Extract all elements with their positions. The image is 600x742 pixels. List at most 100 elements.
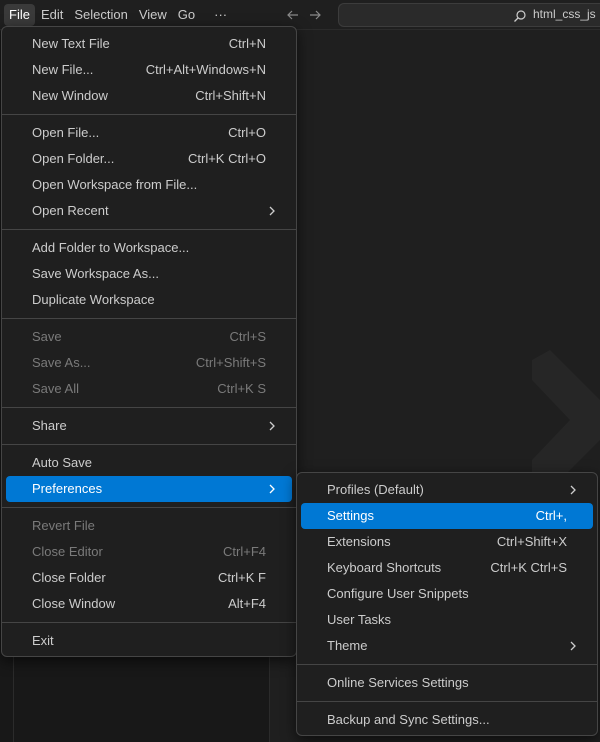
- menu-item-user-tasks[interactable]: User Tasks: [301, 607, 593, 633]
- menu-item-label: Open Workspace from File...: [32, 177, 198, 192]
- menu-item-shortcut: Ctrl+Alt+Windows+N: [145, 62, 266, 77]
- menubar-edit[interactable]: Edit: [36, 4, 68, 26]
- menu-item-label: New File...: [32, 62, 94, 77]
- menu-item-label: Open Folder...: [32, 151, 115, 166]
- menu-separator: [2, 407, 296, 408]
- menubar-selection[interactable]: Selection: [69, 4, 132, 26]
- navigation-arrows: [282, 5, 326, 25]
- menu-item-label: Open Recent: [32, 203, 109, 218]
- menu-item-profiles[interactable]: Profiles (Default): [301, 477, 593, 503]
- menu-item-label: User Tasks: [327, 612, 392, 627]
- menu-item-revert-file[interactable]: Revert File: [6, 513, 292, 539]
- forward-arrow-icon[interactable]: [304, 5, 326, 25]
- menu-separator: [2, 622, 296, 623]
- menu-item-close-folder[interactable]: Close Folder Ctrl+K F: [6, 565, 292, 591]
- menu-item-shortcut: Ctrl+K Ctrl+S: [490, 560, 567, 575]
- menu-item-shortcut: Ctrl+K S: [217, 381, 266, 396]
- menu-item-open-file[interactable]: Open File... Ctrl+O: [6, 120, 292, 146]
- menu-item-label: Close Editor: [32, 544, 103, 559]
- chevron-right-icon: [269, 206, 275, 216]
- menu-item-label: New Text File: [32, 36, 110, 51]
- menu-item-shortcut: Ctrl+Shift+N: [195, 88, 266, 103]
- menu-item-label: Exit: [32, 633, 54, 648]
- menu-item-label: Preferences: [32, 481, 103, 496]
- command-center-search[interactable]: html_css_js: [338, 3, 600, 27]
- menu-item-label: Backup and Sync Settings...: [327, 712, 490, 727]
- menu-item-exit[interactable]: Exit: [6, 628, 292, 654]
- menu-item-label: Auto Save: [32, 455, 92, 470]
- menubar-view[interactable]: View: [134, 4, 172, 26]
- menu-item-label: Duplicate Workspace: [32, 292, 155, 307]
- menu-item-label: Profiles (Default): [327, 482, 424, 497]
- menu-item-shortcut: Ctrl+O: [228, 125, 266, 140]
- search-icon: [513, 9, 527, 26]
- menu-item-label: Online Services Settings: [327, 675, 469, 690]
- menu-item-new-window[interactable]: New Window Ctrl+Shift+N: [6, 83, 292, 109]
- menu-item-new-text-file[interactable]: New Text File Ctrl+N: [6, 31, 292, 57]
- menu-item-share[interactable]: Share: [6, 413, 292, 439]
- menu-separator: [2, 318, 296, 319]
- menu-item-label: Theme: [327, 638, 368, 653]
- chevron-right-icon: [570, 641, 576, 651]
- menu-item-extensions[interactable]: Extensions Ctrl+Shift+X: [301, 529, 593, 555]
- menu-item-close-editor[interactable]: Close Editor Ctrl+F4: [6, 539, 292, 565]
- menu-item-add-folder-to-workspace[interactable]: Add Folder to Workspace...: [6, 235, 292, 261]
- menu-item-shortcut: Ctrl+,: [535, 508, 567, 523]
- menu-item-auto-save[interactable]: Auto Save: [6, 450, 292, 476]
- menu-item-shortcut: Ctrl+Shift+S: [195, 355, 266, 370]
- menu-item-label: Save: [32, 329, 62, 344]
- menu-separator: [297, 664, 597, 665]
- vscode-logo-watermark-icon: [520, 330, 600, 493]
- menu-item-label: Settings: [327, 508, 374, 523]
- menu-separator: [2, 114, 296, 115]
- menu-item-shortcut: Ctrl+F4: [223, 544, 266, 559]
- menu-separator: [2, 507, 296, 508]
- menubar-file[interactable]: File: [4, 4, 35, 26]
- menu-item-theme[interactable]: Theme: [301, 633, 593, 659]
- menu-item-open-workspace-from-file[interactable]: Open Workspace from File...: [6, 172, 292, 198]
- menu-item-label: Save All: [32, 381, 79, 396]
- menu-item-preferences[interactable]: Preferences: [6, 476, 292, 502]
- menu-bar: File Edit Selection View Go ···: [4, 4, 233, 26]
- menu-item-keyboard-shortcuts[interactable]: Keyboard Shortcuts Ctrl+K Ctrl+S: [301, 555, 593, 581]
- menu-item-backup-and-sync-settings[interactable]: Backup and Sync Settings...: [301, 707, 593, 733]
- menubar-go[interactable]: Go: [173, 4, 200, 26]
- back-arrow-icon[interactable]: [282, 5, 304, 25]
- menu-item-shortcut: Ctrl+K Ctrl+O: [187, 151, 266, 166]
- menu-item-shortcut: Ctrl+S: [229, 329, 266, 344]
- menu-item-label: New Window: [32, 88, 108, 103]
- menu-item-label: Save Workspace As...: [32, 266, 159, 281]
- menu-item-duplicate-workspace[interactable]: Duplicate Workspace: [6, 287, 292, 313]
- menubar-more-button[interactable]: ···: [209, 4, 232, 26]
- workspace-name: html_css_js: [533, 7, 596, 21]
- menu-item-label: Share: [32, 418, 67, 433]
- preferences-submenu: Profiles (Default) Settings Ctrl+, Extens…: [296, 472, 598, 736]
- menu-item-new-file[interactable]: New File... Ctrl+Alt+Windows+N: [6, 57, 292, 83]
- menu-item-label: Extensions: [327, 534, 391, 549]
- menu-item-settings[interactable]: Settings Ctrl+,: [301, 503, 593, 529]
- menu-item-shortcut: Alt+F4: [228, 596, 266, 611]
- menu-item-label: Save As...: [32, 355, 91, 370]
- chevron-right-icon: [269, 421, 275, 431]
- menu-item-save-workspace-as[interactable]: Save Workspace As...: [6, 261, 292, 287]
- menu-item-configure-user-snippets[interactable]: Configure User Snippets: [301, 581, 593, 607]
- menu-separator: [2, 444, 296, 445]
- menu-item-online-services-settings[interactable]: Online Services Settings: [301, 670, 593, 696]
- menu-item-open-folder[interactable]: Open Folder... Ctrl+K Ctrl+O: [6, 146, 292, 172]
- menu-item-save-all[interactable]: Save All Ctrl+K S: [6, 376, 292, 402]
- menu-item-save-as[interactable]: Save As... Ctrl+Shift+S: [6, 350, 292, 376]
- menu-item-label: Open File...: [32, 125, 100, 140]
- menu-item-label: Close Folder: [32, 570, 106, 585]
- menu-item-shortcut: Ctrl+N: [228, 36, 266, 51]
- menu-item-label: Keyboard Shortcuts: [327, 560, 442, 575]
- menu-item-shortcut: Ctrl+K F: [217, 570, 266, 585]
- menu-item-close-window[interactable]: Close Window Alt+F4: [6, 591, 292, 617]
- menu-item-label: Close Window: [32, 596, 116, 611]
- menu-item-save[interactable]: Save Ctrl+S: [6, 324, 292, 350]
- menu-item-open-recent[interactable]: Open Recent: [6, 198, 292, 224]
- menu-item-label: Configure User Snippets: [327, 586, 469, 601]
- file-menu: New Text File Ctrl+N New File... Ctrl+Alt+…: [1, 26, 297, 657]
- menu-item-label: Add Folder to Workspace...: [32, 240, 190, 255]
- menu-separator: [297, 701, 597, 702]
- menu-item-label: Revert File: [32, 518, 95, 533]
